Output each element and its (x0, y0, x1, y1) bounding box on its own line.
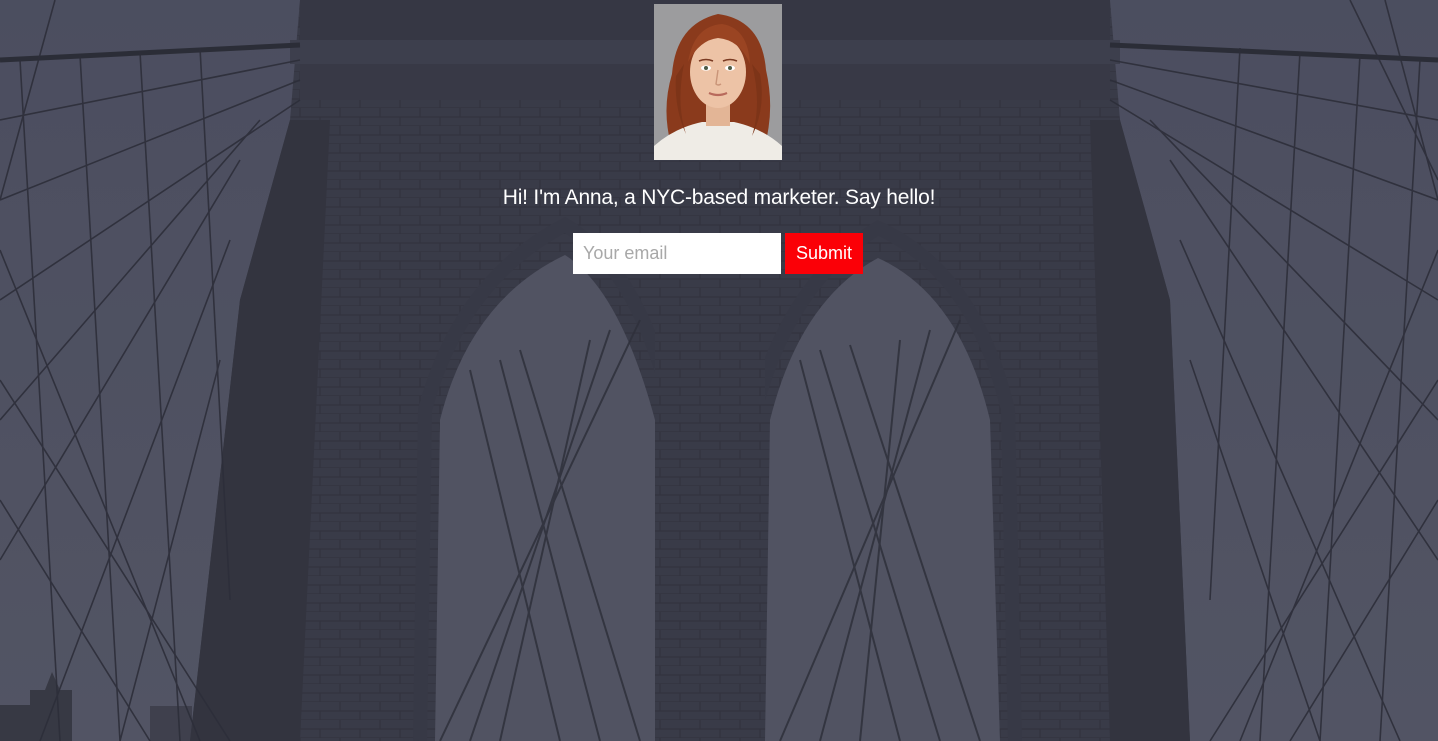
email-signup-form: Submit (573, 233, 863, 274)
submit-button[interactable]: Submit (785, 233, 863, 274)
intro-headline: Hi! I'm Anna, a NYC-based marketer. Say … (502, 186, 936, 209)
avatar (654, 4, 782, 160)
email-field[interactable] (573, 233, 781, 274)
portrait-photo (654, 4, 782, 160)
